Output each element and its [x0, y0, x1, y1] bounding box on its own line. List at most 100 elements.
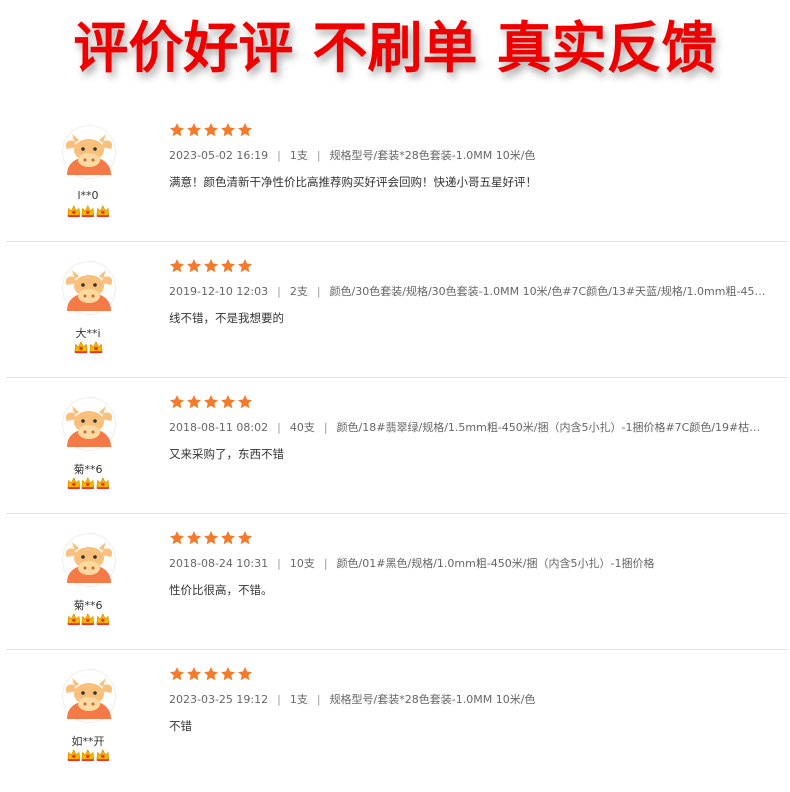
crown-badge-icon [81, 613, 95, 625]
star-icon [170, 259, 184, 273]
crown-badge-icon [73, 340, 88, 354]
review-date: 2023-03-25 19:12 [169, 693, 269, 706]
star-icon [221, 531, 235, 545]
rating-stars [169, 122, 254, 138]
crown-badge-icon [81, 749, 95, 761]
review-meta: 2018-08-11 08:02 | 40支 | 颜色/18#翡翠绿/规格/1.5mm粗… [169, 419, 769, 435]
star-icon [221, 123, 235, 137]
review-divider [6, 241, 788, 242]
review-spec: 规格型号/套装*28色套装-1.0MM 10米/色 [329, 693, 536, 706]
crown-badge-icon [96, 749, 110, 761]
username: 如**开 [71, 735, 105, 748]
user-level-badges [66, 476, 110, 492]
review-meta: 2023-03-25 19:12 | 1支 | 规格型号/套装*28色套装-1.0MM … [169, 691, 769, 707]
star-icon [187, 395, 201, 409]
review-date: 2023-05-02 16:19 [169, 149, 269, 162]
username: 大**i [75, 327, 101, 340]
review-item: 菊**6 2018-08-11 08:02 | 40支 | 颜色/18#翡翠绿/规格/1… [0, 384, 790, 520]
review-divider [6, 649, 788, 650]
review-item: l**0 2023-05-02 16:19 | 1支 | 规格型号/套装*28色套装-1… [0, 112, 790, 248]
star-icon [204, 395, 218, 409]
crown-badge-icon [66, 477, 80, 489]
crown-badge-icon [66, 613, 80, 625]
meta-separator: | [316, 693, 321, 706]
crown-badge-icon [96, 205, 110, 217]
star-icon [238, 259, 252, 273]
review-quantity: 40支 [289, 421, 315, 434]
review-comment: 满意！颜色清新干净性价比高推荐购买好评会回购！快递小哥五星好评！ [169, 175, 537, 189]
review-comment: 又来采购了，东西不错 [169, 447, 284, 461]
banner: 评价好评 不刷单 真实反馈 [0, 8, 790, 88]
banner-title: 评价好评 不刷单 真实反馈 [73, 16, 717, 80]
review-date: 2018-08-11 08:02 [169, 421, 269, 434]
user-level-badges [66, 612, 110, 628]
review-divider [6, 377, 788, 378]
review-date: 2018-08-24 10:31 [169, 557, 269, 570]
username: 菊**6 [73, 463, 103, 476]
review-item: 菊**6 2018-08-24 10:31 | 10支 | 颜色/01#黑色/规格/1.… [0, 520, 790, 656]
user-level-badges [66, 204, 110, 220]
star-icon [221, 395, 235, 409]
review-spec: 颜色/30色套装/规格/30色套装-1.0MM 10米/色#7C颜色/13#天蓝… [329, 285, 769, 298]
star-icon [221, 259, 235, 273]
meta-separator: | [277, 557, 281, 570]
review-meta: 2018-08-24 10:31 | 10支 | 颜色/01#黑色/规格/1.0mm粗-… [169, 555, 769, 571]
star-icon [204, 667, 218, 681]
star-icon [170, 123, 184, 137]
cow-avatar-icon [62, 397, 116, 451]
user-level-badges [66, 340, 110, 356]
review-quantity: 2支 [289, 285, 308, 298]
crown-badge-icon [66, 205, 80, 217]
crown-badge-icon [81, 205, 95, 217]
rating-stars [169, 258, 254, 274]
rating-stars [169, 666, 254, 682]
cow-avatar-icon [62, 533, 116, 587]
cow-avatar-icon [62, 125, 116, 179]
crown-badge-icon [66, 749, 80, 761]
meta-separator: | [277, 149, 281, 162]
star-icon [170, 395, 184, 409]
star-icon [170, 667, 184, 681]
rating-stars [169, 530, 254, 546]
star-icon [238, 123, 252, 137]
meta-separator: | [277, 421, 281, 434]
star-icon [238, 395, 252, 409]
user-level-badges [66, 748, 110, 764]
review-spec: 规格型号/套装*28色套装-1.0MM 10米/色 [329, 149, 536, 162]
review-meta: 2019-12-10 12:03 | 2支 | 颜色/30色套装/规格/30色套装-1.… [169, 283, 769, 299]
star-icon [187, 259, 201, 273]
crown-badge-icon [81, 477, 95, 489]
review-comment: 性价比很高，不错。 [169, 583, 273, 597]
rating-stars [169, 394, 254, 410]
star-icon [238, 667, 252, 681]
review-divider [6, 513, 788, 514]
star-icon [204, 123, 218, 137]
cow-avatar-icon [62, 261, 116, 315]
review-comment: 线不错，不是我想要的 [169, 311, 284, 325]
review-spec: 颜色/18#翡翠绿/规格/1.5mm粗-450米/捆（内含5小扎）-1捆价格#7… [336, 421, 769, 434]
crown-badge-icon [96, 613, 110, 625]
crown-badge-icon [88, 340, 103, 354]
meta-separator: | [277, 285, 281, 298]
star-icon [187, 531, 201, 545]
username: 菊**6 [73, 599, 103, 612]
star-icon [187, 123, 201, 137]
username: l**0 [77, 189, 99, 202]
review-list: l**0 2023-05-02 16:19 | 1支 | 规格型号/套装*28色套装-1… [0, 112, 790, 792]
review-item: 大**i 2019-12-10 12:03 | 2支 | 颜色/30色套装/规格/30色… [0, 248, 790, 384]
review-comment: 不错 [169, 719, 192, 733]
meta-separator: | [277, 693, 281, 706]
cow-avatar-icon [62, 669, 116, 723]
star-icon [187, 667, 201, 681]
meta-separator: | [323, 557, 328, 570]
star-icon [204, 259, 218, 273]
review-quantity: 10支 [289, 557, 315, 570]
review-meta: 2023-05-02 16:19 | 1支 | 规格型号/套装*28色套装-1.0MM … [169, 147, 769, 163]
review-quantity: 1支 [289, 149, 308, 162]
review-quantity: 1支 [289, 693, 308, 706]
meta-separator: | [316, 285, 321, 298]
meta-separator: | [323, 421, 328, 434]
review-item: 如**开 2023-03-25 19:12 | 1支 | 规格型号/套装*28色套装-1… [0, 656, 790, 792]
star-icon [170, 531, 184, 545]
crown-badge-icon [96, 477, 110, 489]
